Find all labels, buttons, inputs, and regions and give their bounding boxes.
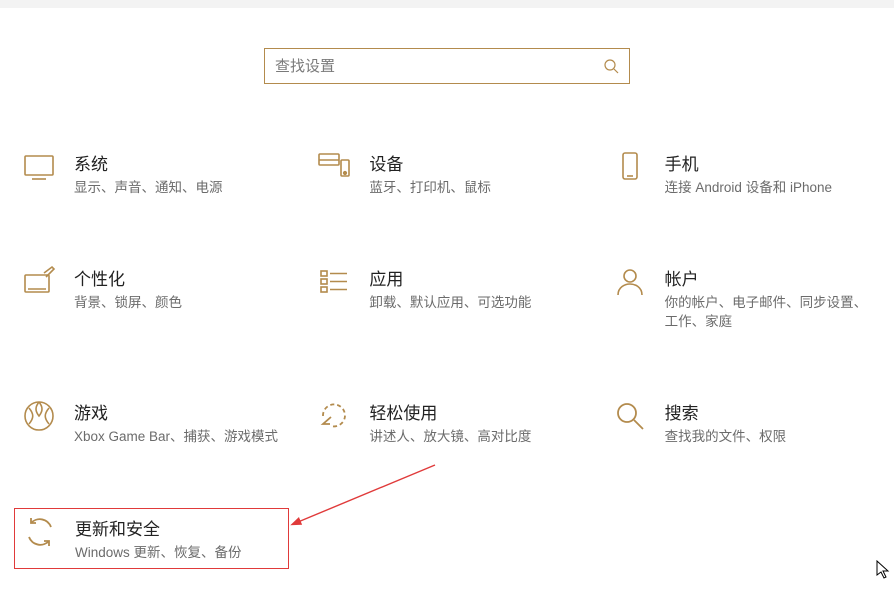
update-security-icon	[23, 515, 57, 549]
phone-icon	[613, 150, 647, 184]
tile-desc: 连接 Android 设备和 iPhone	[665, 179, 872, 198]
tile-system[interactable]: 系统 显示、声音、通知、电源	[14, 144, 289, 204]
tile-title: 个性化	[74, 265, 281, 290]
tile-title: 系统	[74, 150, 281, 175]
tile-gaming[interactable]: 游戏 Xbox Game Bar、捕获、游戏模式	[14, 393, 289, 453]
mouse-cursor	[876, 560, 890, 580]
tile-desc: Xbox Game Bar、捕获、游戏模式	[74, 428, 281, 447]
tile-ease-of-access[interactable]: 轻松使用 讲述人、放大镜、高对比度	[309, 393, 584, 453]
tile-apps[interactable]: 应用 卸载、默认应用、可选功能	[309, 259, 584, 338]
system-icon	[22, 150, 56, 184]
tile-title: 更新和安全	[75, 515, 280, 540]
tile-desc: 讲述人、放大镜、高对比度	[369, 428, 576, 447]
tile-title: 应用	[369, 265, 576, 290]
window-topbar	[0, 0, 894, 8]
tile-desc: 你的帐户、电子邮件、同步设置、工作、家庭	[665, 294, 872, 332]
tile-desc: 蓝牙、打印机、鼠标	[369, 179, 576, 198]
tile-title: 游戏	[74, 399, 281, 424]
personalization-icon	[22, 265, 56, 299]
devices-icon	[317, 150, 351, 184]
search-icon	[603, 58, 619, 74]
settings-grid: 系统 显示、声音、通知、电源 设备 蓝牙、打印机、鼠标 手机 连接	[0, 144, 894, 569]
tile-desc: 背景、锁屏、颜色	[74, 294, 281, 313]
tile-devices[interactable]: 设备 蓝牙、打印机、鼠标	[309, 144, 584, 204]
ease-of-access-icon	[317, 399, 351, 433]
tile-update-security[interactable]: 更新和安全 Windows 更新、恢复、备份	[14, 508, 289, 570]
search-tile-icon	[613, 399, 647, 433]
tile-title: 设备	[369, 150, 576, 175]
tile-desc: 显示、声音、通知、电源	[74, 179, 281, 198]
tile-title: 轻松使用	[369, 399, 576, 424]
search-container	[264, 48, 630, 84]
tile-desc: 查找我的文件、权限	[665, 428, 872, 447]
tile-personalization[interactable]: 个性化 背景、锁屏、颜色	[14, 259, 289, 338]
search-input[interactable]	[275, 58, 603, 75]
apps-icon	[317, 265, 351, 299]
search-box[interactable]	[264, 48, 630, 84]
accounts-icon	[613, 265, 647, 299]
tile-title: 帐户	[665, 265, 872, 290]
tile-title: 搜索	[665, 399, 872, 424]
tile-phone[interactable]: 手机 连接 Android 设备和 iPhone	[605, 144, 880, 204]
tile-accounts[interactable]: 帐户 你的帐户、电子邮件、同步设置、工作、家庭	[605, 259, 880, 338]
tile-title: 手机	[665, 150, 872, 175]
tile-desc: Windows 更新、恢复、备份	[75, 544, 280, 563]
gaming-icon	[22, 399, 56, 433]
tile-search[interactable]: 搜索 查找我的文件、权限	[605, 393, 880, 453]
tile-desc: 卸载、默认应用、可选功能	[369, 294, 576, 313]
